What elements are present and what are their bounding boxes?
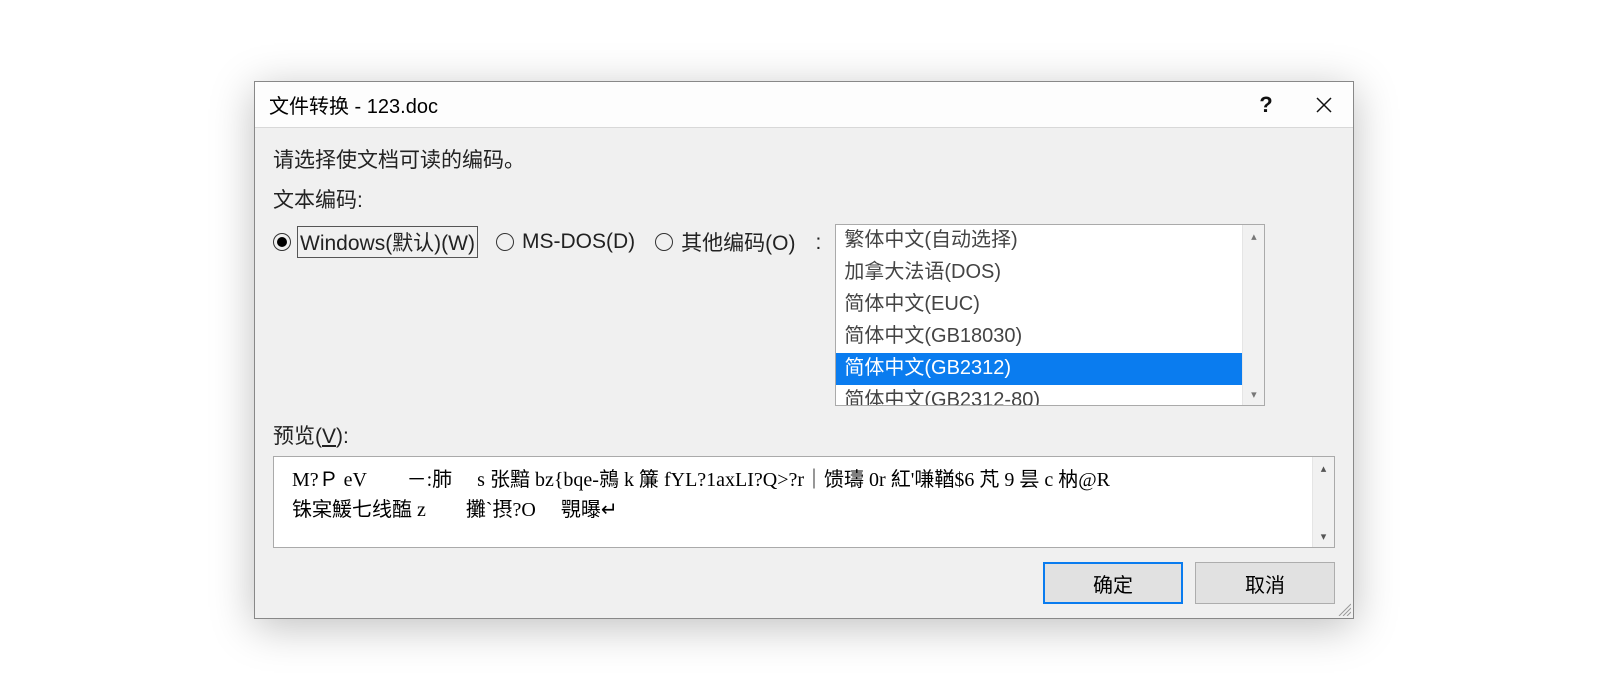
list-item[interactable]: 简体中文(EUC) [836, 289, 1242, 321]
scroll-up-icon[interactable]: ▴ [1243, 225, 1264, 247]
dialog-content: 请选择使文档可读的编码。 文本编码: Windows(默认)(W) MS-DOS… [255, 128, 1353, 548]
encoding-list-items: 繁体中文(自动选择) 加拿大法语(DOS) 简体中文(EUC) 简体中文(GB1… [836, 225, 1242, 405]
radio-other-label: 其他编码(O) [679, 227, 797, 257]
list-item[interactable]: 简体中文(GB2312) [836, 353, 1242, 385]
colon: : [816, 229, 822, 255]
encoding-row: Windows(默认)(W) MS-DOS(D) 其他编码(O) : [273, 224, 1335, 406]
radio-windows[interactable]: Windows(默认)(W) [273, 226, 478, 258]
dialog-footer: 确定 取消 [255, 548, 1353, 618]
cancel-button[interactable]: 取消 [1195, 562, 1335, 604]
scroll-down-icon[interactable]: ▾ [1313, 525, 1334, 547]
list-item[interactable]: 繁体中文(自动选择) [836, 225, 1242, 257]
close-button[interactable] [1295, 82, 1353, 128]
preview-scrollbar[interactable]: ▴ ▾ [1312, 457, 1334, 547]
help-button[interactable]: ? [1237, 82, 1295, 128]
radio-icon [496, 233, 514, 251]
radio-other[interactable]: 其他编码(O) [655, 227, 797, 257]
ok-button[interactable]: 确定 [1043, 562, 1183, 604]
close-icon [1316, 97, 1332, 113]
radio-icon [655, 233, 673, 251]
prompt-text: 请选择使文档可读的编码。 [273, 144, 1335, 174]
scroll-up-icon[interactable]: ▴ [1313, 457, 1334, 479]
titlebar: 文件转换 - 123.doc ? [255, 82, 1353, 128]
encoding-label: 文本编码: [273, 184, 1335, 214]
preview-label: 预览(V): [273, 420, 1335, 450]
dialog-title: 文件转换 - 123.doc [269, 90, 1237, 119]
list-item[interactable]: 简体中文(GB18030) [836, 321, 1242, 353]
resize-grip-icon [1335, 600, 1351, 616]
listbox-scrollbar[interactable]: ▴ ▾ [1242, 225, 1264, 405]
list-item[interactable]: 简体中文(GB2312-80) [836, 385, 1242, 405]
scroll-down-icon[interactable]: ▾ [1243, 383, 1264, 405]
radio-msdos[interactable]: MS-DOS(D) [496, 230, 637, 254]
radio-icon [273, 233, 291, 251]
encoding-listbox[interactable]: 繁体中文(自动选择) 加拿大法语(DOS) 简体中文(EUC) 简体中文(GB1… [835, 224, 1265, 406]
radio-windows-label: Windows(默认)(W) [297, 226, 478, 258]
radio-msdos-label: MS-DOS(D) [520, 230, 637, 254]
encoding-radios: Windows(默认)(W) MS-DOS(D) 其他编码(O) : [273, 224, 829, 258]
preview-box: M?Ｐ eV －:肺 s 张黯 bz{bqe-鶁 k 簾 fYL?1axLI?Q… [273, 456, 1335, 548]
resize-grip[interactable] [1335, 600, 1351, 616]
file-conversion-dialog: 文件转换 - 123.doc ? 请选择使文档可读的编码。 文本编码: Wind… [254, 81, 1354, 619]
preview-text: M?Ｐ eV －:肺 s 张黯 bz{bqe-鶁 k 簾 fYL?1axLI?Q… [274, 457, 1312, 547]
list-item[interactable]: 加拿大法语(DOS) [836, 257, 1242, 289]
